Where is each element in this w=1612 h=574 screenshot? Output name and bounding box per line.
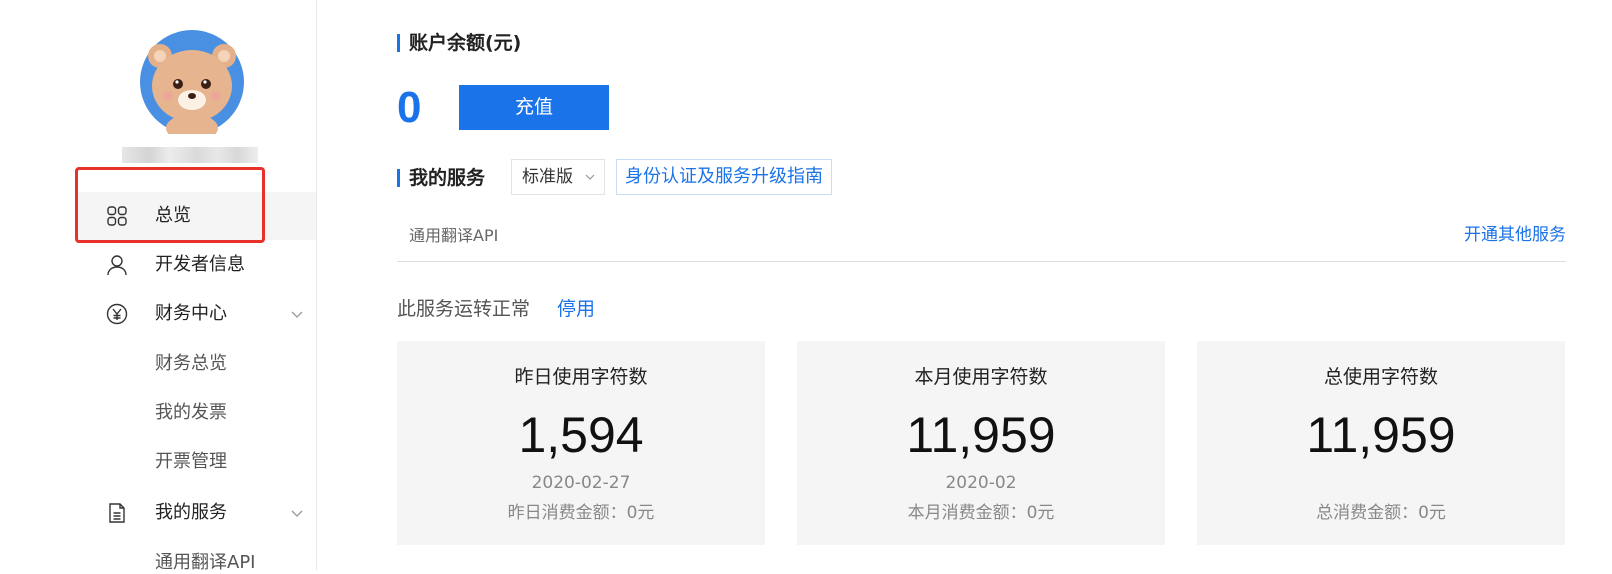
stat-title: 总使用字符数	[1323, 366, 1438, 388]
document-icon	[109, 503, 125, 523]
service-status-text: 此服务运转正常	[397, 298, 531, 320]
services-section-title: 我的服务	[397, 166, 485, 190]
stat-fee: 本月消费金额：0元	[907, 503, 1055, 523]
chevron-down-icon	[585, 174, 595, 180]
yen-icon	[106, 303, 128, 325]
sub-item-finance-overview[interactable]: 财务总览	[155, 353, 227, 375]
stat-value: 11,959	[1306, 407, 1456, 463]
chevron-down-icon	[291, 311, 303, 318]
sub-item-general-translation-api[interactable]: 通用翻译API	[155, 552, 255, 574]
stat-value: 11,959	[906, 407, 1056, 463]
stat-fee: 总消费金额：0元	[1316, 503, 1446, 523]
stat-date: 2020-02-27	[531, 473, 631, 493]
nav-item-developer-info[interactable]: 开发者信息	[0, 241, 316, 289]
stat-title: 本月使用字符数	[914, 366, 1048, 388]
sidebar: 总览 开发者信息 财务中心 财务总览 我的发票 开票管理 我的服务 通用翻译AP…	[0, 0, 317, 573]
sub-item-invoice-management[interactable]: 开票管理	[155, 451, 227, 473]
nav-label: 开发者信息	[155, 254, 245, 275]
nav-item-my-services[interactable]: 我的服务	[0, 489, 316, 537]
username-blurred	[122, 147, 258, 163]
nav-item-finance-center[interactable]: 财务中心	[0, 290, 316, 338]
nav-label: 财务中心	[155, 303, 227, 324]
user-icon	[107, 255, 127, 276]
plan-select[interactable]: 标准版	[511, 159, 605, 195]
avatar[interactable]	[140, 30, 244, 134]
service-name: 通用翻译API	[409, 226, 499, 245]
nav-label: 我的服务	[155, 502, 227, 523]
stat-title: 昨日使用字符数	[514, 366, 648, 388]
balance-value: 0	[397, 83, 422, 132]
highlight-annotation-box	[75, 167, 265, 243]
stat-value: 1,594	[518, 407, 644, 463]
recharge-button[interactable]: 充值	[459, 85, 609, 130]
stop-service-link[interactable]: 停用	[557, 297, 595, 321]
upgrade-guide-link[interactable]: 身份认证及服务升级指南	[616, 159, 832, 195]
stat-date: 2020-02	[945, 473, 1017, 493]
sub-item-my-invoices[interactable]: 我的发票	[155, 402, 227, 424]
plan-select-value: 标准版	[522, 167, 573, 187]
service-row: 通用翻译API 开通其他服务	[397, 213, 1566, 262]
chevron-down-icon	[291, 510, 303, 517]
stat-fee: 昨日消费金额：0元	[507, 503, 655, 523]
balance-section-title: 账户余额(元)	[397, 31, 521, 55]
stat-card-total: 总使用字符数 11,959 总消费金额：0元	[1197, 341, 1565, 545]
open-other-services-link[interactable]: 开通其他服务	[1464, 224, 1566, 246]
stat-card-month: 本月使用字符数 11,959 2020-02 本月消费金额：0元	[797, 341, 1165, 545]
stat-card-yesterday: 昨日使用字符数 1,594 2020-02-27 昨日消费金额：0元	[397, 341, 765, 545]
